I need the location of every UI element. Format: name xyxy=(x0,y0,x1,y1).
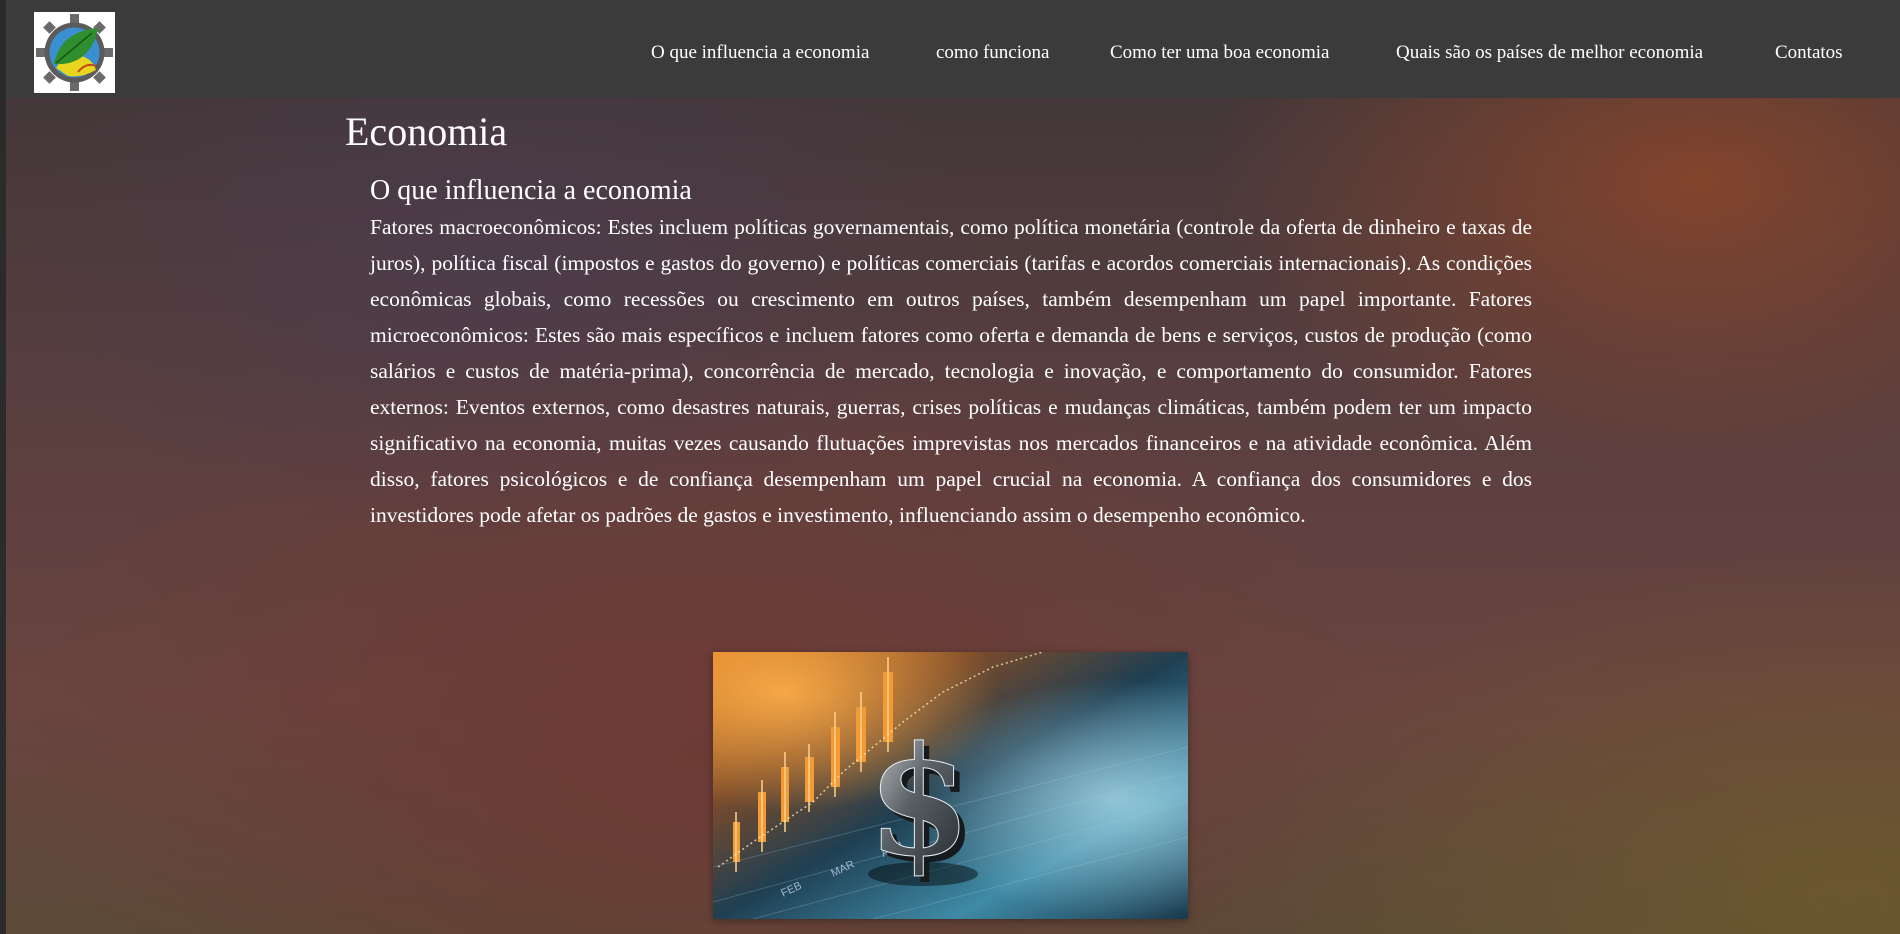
nav-o-que-influencia[interactable]: O que influencia a economia xyxy=(651,42,869,68)
section-title: O que influencia a economia xyxy=(370,175,692,206)
nav-como-funciona[interactable]: como funciona xyxy=(936,42,1049,68)
section-paragraph: Fatores macroeconômicos: Estes incluem p… xyxy=(370,215,1532,527)
site-logo[interactable] xyxy=(34,12,115,93)
site-header: O que influencia a economia como funcion… xyxy=(6,0,1900,98)
nav-paises-melhor-economia[interactable]: Quais são os países de melhor economia xyxy=(1396,42,1703,68)
dollar-chart-image: FEB MAR APR $ $ xyxy=(713,652,1188,919)
image-dollar-symbol: $ xyxy=(867,714,971,890)
nav-como-ter-boa-economia[interactable]: Como ter uma boa economia xyxy=(1110,42,1330,68)
window-edge xyxy=(0,0,6,934)
page-title: Economia xyxy=(345,109,508,154)
nav-contatos[interactable]: Contatos xyxy=(1775,42,1843,68)
dollar-chart-image-icon: FEB MAR APR $ $ xyxy=(713,652,1188,919)
economy-leaf-gear-logo-icon xyxy=(36,14,113,91)
